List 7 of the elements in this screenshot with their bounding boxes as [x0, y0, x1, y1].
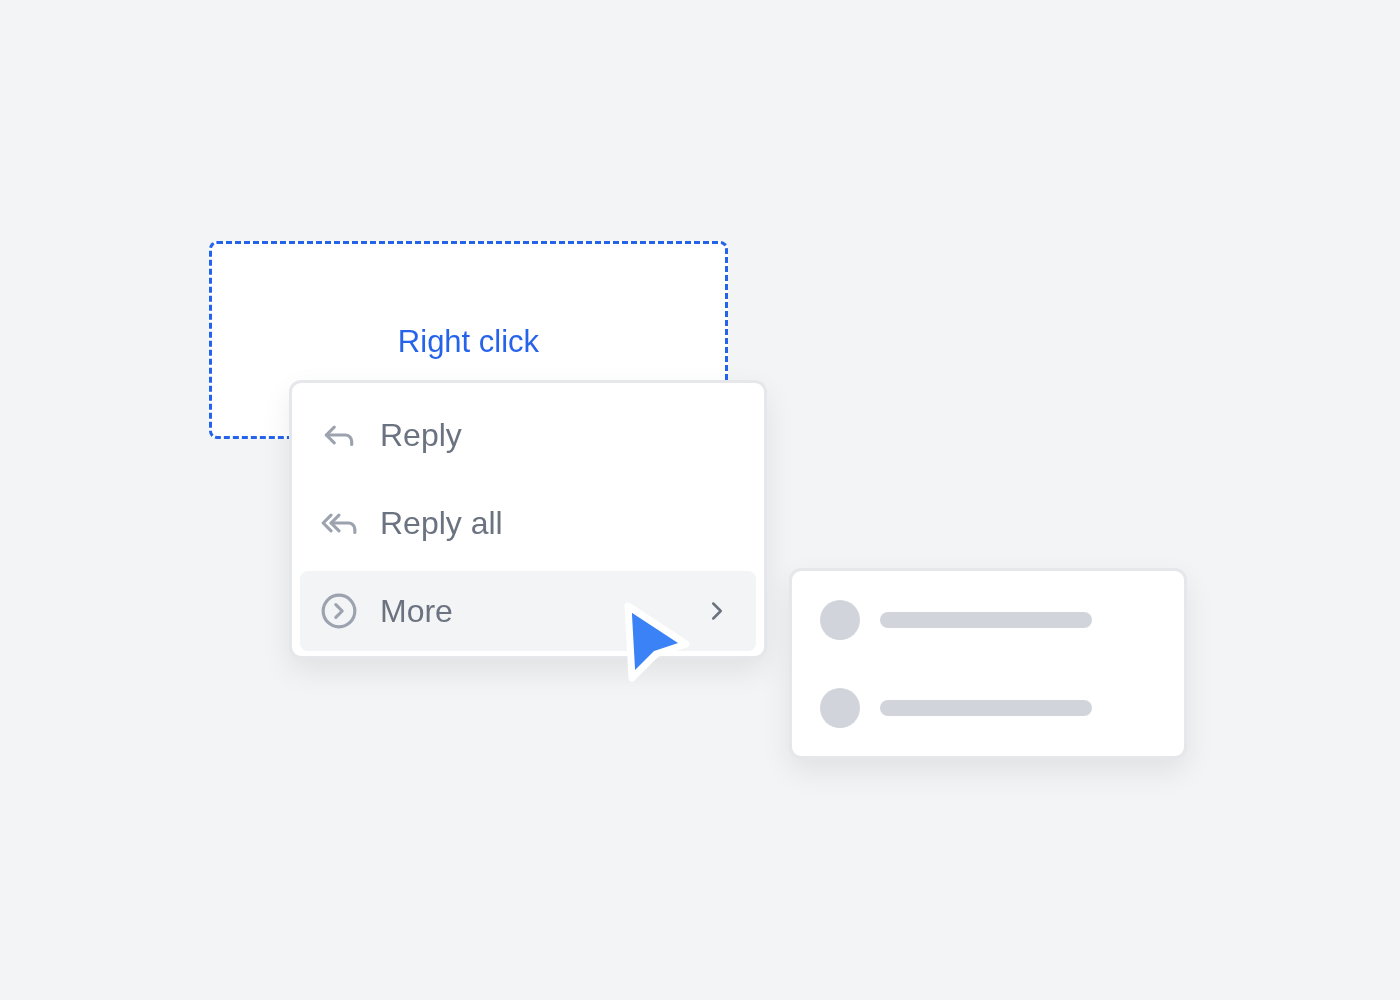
- menu-item[interactable]: More: [300, 571, 756, 651]
- menu-item-label: Reply all: [380, 504, 504, 543]
- circle-chevron-icon: [320, 592, 358, 630]
- placeholder-avatar: [820, 599, 860, 640]
- placeholder-avatar: [820, 687, 860, 728]
- target-label: Right click: [397, 323, 540, 361]
- menu-item-label: More: [380, 592, 454, 631]
